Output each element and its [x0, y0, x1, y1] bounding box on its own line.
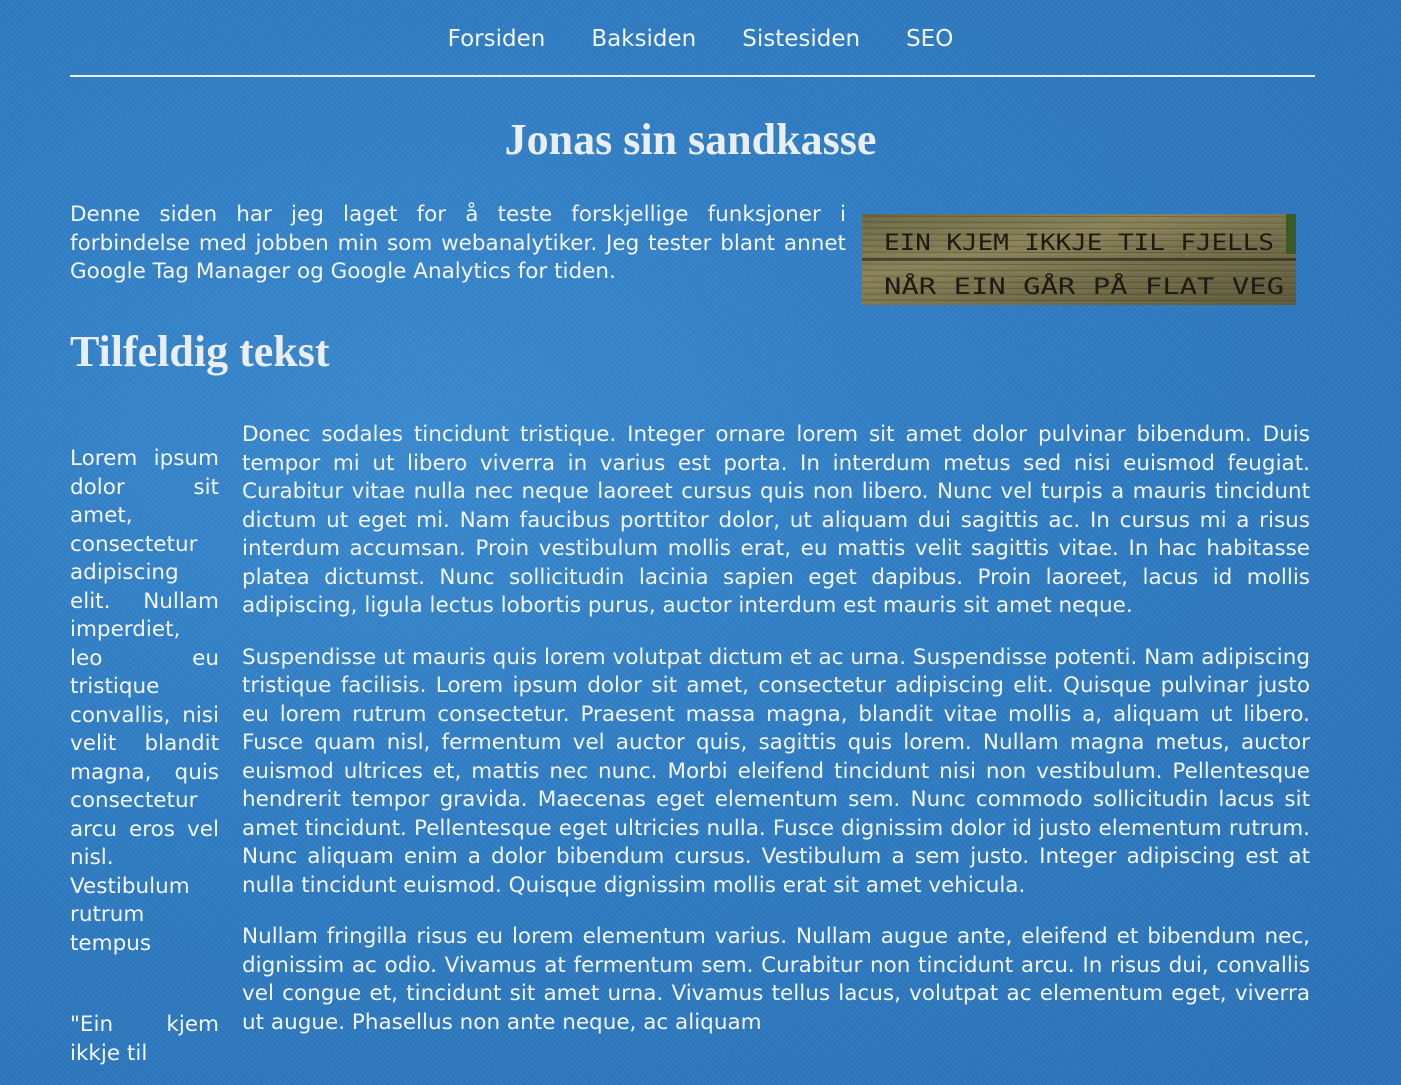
sidebar-column: Lorem ipsum dolor sit amet, consectetur … — [70, 445, 219, 1068]
nav-link-baksiden[interactable]: Baksiden — [568, 24, 719, 54]
nav-link-seo[interactable]: SEO — [883, 24, 976, 54]
paragraph: Suspendisse ut mauris quis lorem volutpa… — [242, 644, 1310, 898]
sidebar-quote: "Ein kjem ikkje til — [70, 1012, 219, 1066]
paragraph: Nullam fringilla risus eu lorem elementu… — [242, 924, 1310, 1035]
sidebar-text: Lorem ipsum dolor sit amet, consectetur … — [70, 446, 219, 956]
top-nav: Forsiden Baksiden Sistesiden SEO — [0, 24, 1401, 54]
section-title: Tilfeldig tekst — [70, 327, 330, 376]
nav-divider — [70, 75, 1315, 77]
paragraph: Donec sodales tincidunt tristique. Integ… — [242, 422, 1310, 618]
sign-line-1: EIN KJEM IKKJE TIL FJELLS — [884, 231, 1274, 256]
nav-link-sistesiden[interactable]: Sistesiden — [719, 24, 883, 54]
sign-image: EIN KJEM IKKJE TIL FJELLS NÅR EIN GÅR PÅ… — [862, 214, 1296, 305]
intro-text: Denne siden har jeg laget for å teste fo… — [70, 202, 846, 284]
page-title: Jonas sin sandkasse — [504, 115, 877, 164]
sign-line-2: NÅR EIN GÅR PÅ FLAT VEG — [884, 273, 1284, 300]
nav-link-forsiden[interactable]: Forsiden — [425, 24, 569, 54]
main-content: Donec sodales tincidunt tristique. Integ… — [242, 421, 1310, 1060]
